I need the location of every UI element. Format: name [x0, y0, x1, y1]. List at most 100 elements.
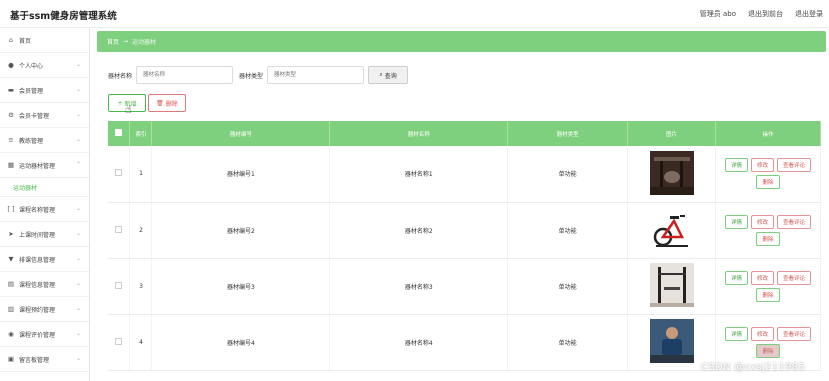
remove-button[interactable]: 删除	[756, 287, 780, 302]
sidebar-item-reviews[interactable]: ◉ 课程评价管理 ⌄	[0, 322, 89, 347]
photo-cell	[627, 202, 716, 259]
sidebar: ⌂ 首页 ● 个人中心 ⌄ ▬ 会员管理 ⌄ ⚙ 会员卡管理 ⌄ ≡ 教练管理 …	[0, 28, 90, 381]
sidebar-item-bookings[interactable]: ▥ 课程预约管理 ⌄	[0, 297, 89, 322]
breadcrumb: 首页 → 运动器材	[97, 31, 826, 52]
go-front-link[interactable]: 退出到前台	[748, 9, 783, 19]
detail-button[interactable]: 详情	[724, 270, 748, 285]
sidebar-item-coaches[interactable]: ≡ 教练管理 ⌄	[0, 128, 89, 153]
sidebar-item-profile[interactable]: ● 个人中心 ⌄	[0, 53, 89, 78]
sidebar-item-label: 个人中心	[19, 62, 44, 70]
delete-button[interactable]: 🗑 删除	[148, 94, 186, 112]
equipment-name-input[interactable]	[136, 66, 234, 84]
detail-button[interactable]: 详情	[724, 326, 748, 341]
breadcrumb-current: 运动器材	[132, 39, 157, 46]
column-header: 器材类型	[507, 121, 629, 146]
chevron-down-icon: ⌄	[75, 280, 81, 287]
search-bar: 器材名称 器材类型 ⌕ 查询	[108, 66, 409, 84]
equipment-type-label: 器材类型	[239, 72, 264, 80]
logout-link[interactable]: 退出登录	[795, 9, 823, 19]
send-icon: ➤	[8, 230, 14, 238]
view-reviews-button[interactable]: 查看评论	[777, 158, 812, 173]
top-bar: 基于ssm健身房管理系统 管理员 abo 退出到前台 退出登录	[0, 0, 829, 28]
row-checkbox[interactable]	[115, 225, 123, 233]
app-title: 基于ssm健身房管理系统	[10, 11, 117, 22]
bracket-icon: [ ]	[7, 205, 15, 213]
ops-cell: 详情 修改 查看评论 删除	[715, 258, 821, 315]
card-icon: ▬	[7, 86, 15, 94]
sidebar-item-member-cards[interactable]: ⚙ 会员卡管理 ⌄	[0, 103, 89, 128]
table-row: 2 器材编号2 器材名称2 单功能 详情 修改 查看评论 删除	[108, 202, 821, 259]
delete-button-label: 删除	[165, 100, 178, 108]
row-checkbox[interactable]	[115, 169, 123, 177]
board-icon: ▣	[7, 355, 15, 363]
sidebar-item-label: 课程评价管理	[19, 331, 56, 339]
detail-button[interactable]: 详情	[724, 214, 748, 229]
chevron-down-icon: ⌄	[75, 136, 81, 143]
sidebar-item-equipment[interactable]: ▦ 运动器材管理 ⌃	[0, 153, 89, 178]
list-icon: ≡	[8, 136, 14, 144]
search-button[interactable]: ⌕ 查询	[368, 66, 409, 84]
index-cell: 3	[129, 258, 153, 315]
view-reviews-button[interactable]: 查看评论	[777, 214, 812, 229]
home-icon: ⌂	[8, 36, 14, 44]
view-reviews-button[interactable]: 查看评论	[777, 326, 812, 341]
code-cell: 器材编号1	[151, 146, 331, 203]
code-cell: 器材编号4	[151, 314, 331, 371]
trash-icon: 🗑	[156, 99, 164, 107]
sidebar-item-label: 教练管理	[19, 137, 44, 145]
sidebar-item-course-info[interactable]: ▤ 课程信息管理 ⌄	[0, 272, 89, 297]
row-select-cell	[108, 146, 131, 203]
chevron-down-icon: ⌄	[75, 230, 81, 237]
photo-cell	[627, 258, 716, 315]
table-row: 1 器材编号1 器材名称1 单功能 详情 修改 查看评论 删除	[108, 146, 821, 203]
row-checkbox[interactable]	[115, 281, 123, 289]
sidebar-item-label: 会员卡管理	[19, 112, 50, 120]
remove-button[interactable]: 删除	[756, 343, 780, 358]
equipment-type-input[interactable]	[267, 66, 365, 84]
view-reviews-button[interactable]: 查看评论	[777, 270, 812, 285]
user-icon: ●	[8, 61, 14, 69]
index-cell: 2	[129, 202, 153, 259]
sidebar-item-class-times[interactable]: ➤ 上课时间管理 ⌄	[0, 222, 89, 247]
sidebar-item-label: 课程名称管理	[19, 206, 56, 214]
detail-button[interactable]: 详情	[724, 158, 748, 173]
edit-button[interactable]: 修改	[750, 326, 774, 341]
sidebar-item-messages[interactable]: ▣ 留言板管理 ⌄	[0, 347, 89, 372]
sidebar-item-course-names[interactable]: [ ] 课程名称管理 ⌄	[0, 197, 89, 222]
type-cell: 单功能	[507, 314, 629, 371]
remove-button[interactable]: 删除	[756, 175, 780, 190]
sidebar-item-label: 排课信息管理	[19, 256, 56, 264]
pointer-cursor-icon: ☝	[125, 103, 132, 116]
sidebar-item-home[interactable]: ⌂ 首页	[0, 28, 89, 53]
column-header: 索引	[129, 121, 153, 146]
edit-button[interactable]: 修改	[750, 270, 774, 285]
chevron-down-icon: ⌄	[75, 61, 81, 68]
equipment-photo	[649, 263, 694, 307]
column-header: 器材名称	[329, 121, 509, 146]
equipment-name-label: 器材名称	[108, 72, 133, 80]
breadcrumb-home[interactable]: 首页	[107, 37, 119, 46]
edit-button[interactable]: 修改	[750, 214, 774, 229]
chevron-down-icon: ⌄	[75, 255, 81, 262]
equipment-photo	[649, 150, 694, 195]
table-row: 3 器材编号3 器材名称3 单功能 详情 修改 查看评论 删除	[108, 258, 821, 315]
chevron-down-icon: ⌄	[75, 305, 81, 312]
remove-button[interactable]: 删除	[756, 231, 780, 246]
action-bar: + 新增 🗑 删除	[108, 94, 186, 112]
sidebar-item-schedule[interactable]: ▼ 排课信息管理 ⌄	[0, 247, 89, 272]
select-all-checkbox[interactable]	[115, 129, 123, 136]
sidebar-subitem-equipment[interactable]: 运动器材	[0, 178, 89, 197]
photo-cell	[627, 146, 716, 203]
sidebar-item-members[interactable]: ▬ 会员管理 ⌄	[0, 78, 89, 103]
edit-button[interactable]: 修改	[750, 158, 774, 173]
column-header: 图片	[627, 121, 716, 146]
sidebar-item-label: 上课时间管理	[19, 231, 56, 239]
column-header[interactable]: 器材编号	[151, 121, 331, 146]
type-cell: 单功能	[507, 202, 629, 259]
row-select-cell	[108, 314, 131, 371]
sidebar-item-label: 运动器材管理	[19, 162, 56, 170]
name-cell: 器材名称1	[329, 146, 509, 203]
row-checkbox[interactable]	[115, 337, 123, 345]
sidebar-item-label: 课程信息管理	[19, 281, 56, 289]
chat-icon: ◉	[8, 330, 14, 338]
